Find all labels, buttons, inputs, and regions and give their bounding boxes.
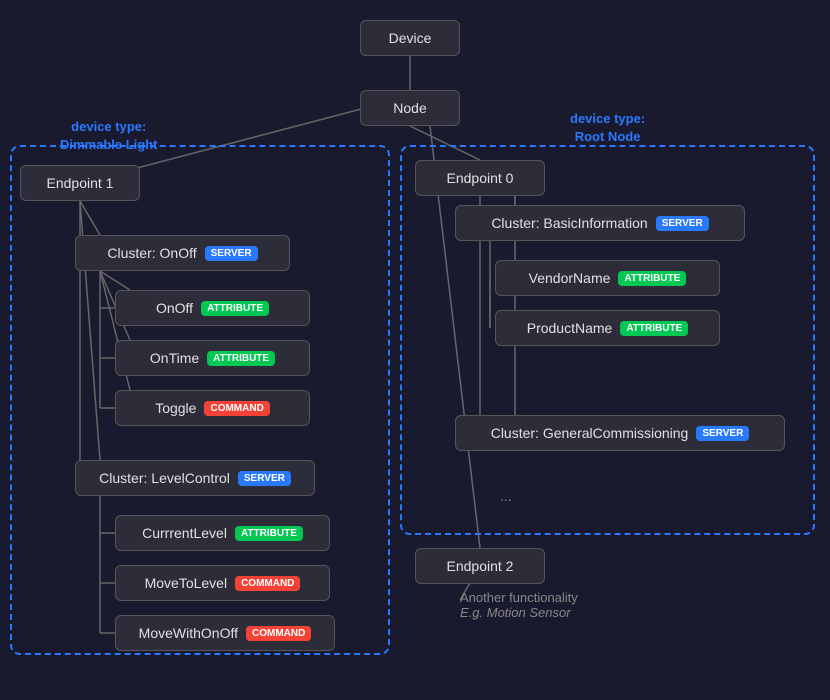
endpoint2-note: Another functionality E.g. Motion Sensor <box>460 590 578 620</box>
diagram: device type: Dimmable Light device type:… <box>0 0 830 700</box>
cluster-levelcontrol: Cluster: LevelControl SERVER <box>75 460 315 496</box>
command-badge-toggle: COMMAND <box>204 401 269 416</box>
cluster-onoff: Cluster: OnOff SERVER <box>75 235 290 271</box>
server-badge-onoff: SERVER <box>205 246 258 261</box>
cmd-toggle: Toggle COMMAND <box>115 390 310 426</box>
command-badge-movewithonoff: COMMAND <box>246 626 311 641</box>
endpoint2-note-line2: E.g. Motion Sensor <box>460 605 578 620</box>
attr-ontime: OnTime ATTRIBUTE <box>115 340 310 376</box>
attribute-badge-ontime: ATTRIBUTE <box>207 351 275 366</box>
attribute-badge-onoff: ATTRIBUTE <box>201 301 269 316</box>
dimmable-light-label: device type: Dimmable Light <box>60 118 158 154</box>
attr-currentlevel: CurrrentLevel ATTRIBUTE <box>115 515 330 551</box>
command-badge-movetolevel: COMMAND <box>235 576 300 591</box>
attribute-badge-vendorname: ATTRIBUTE <box>618 271 686 286</box>
ellipsis: ... <box>500 488 512 504</box>
device-node: Device <box>360 20 460 56</box>
attr-productname: ProductName ATTRIBUTE <box>495 310 720 346</box>
cluster-basicinfo: Cluster: BasicInformation SERVER <box>455 205 745 241</box>
cmd-movewithonoff: MoveWithOnOff COMMAND <box>115 615 335 651</box>
endpoint-1: Endpoint 1 <box>20 165 140 201</box>
server-badge-generalcomm: SERVER <box>696 426 749 441</box>
endpoint2-note-line1: Another functionality <box>460 590 578 605</box>
server-badge-basicinfo: SERVER <box>656 216 709 231</box>
attr-onoff: OnOff ATTRIBUTE <box>115 290 310 326</box>
endpoint-0: Endpoint 0 <box>415 160 545 196</box>
attr-vendorname: VendorName ATTRIBUTE <box>495 260 720 296</box>
endpoint-2: Endpoint 2 <box>415 548 545 584</box>
cmd-movetolevel: MoveToLevel COMMAND <box>115 565 330 601</box>
attribute-badge-productname: ATTRIBUTE <box>620 321 688 336</box>
attribute-badge-currentlevel: ATTRIBUTE <box>235 526 303 541</box>
node-node: Node <box>360 90 460 126</box>
server-badge-levelcontrol: SERVER <box>238 471 291 486</box>
root-node-label: device type: Root Node <box>570 110 645 146</box>
cluster-generalcomm: Cluster: GeneralCommissioning SERVER <box>455 415 785 451</box>
